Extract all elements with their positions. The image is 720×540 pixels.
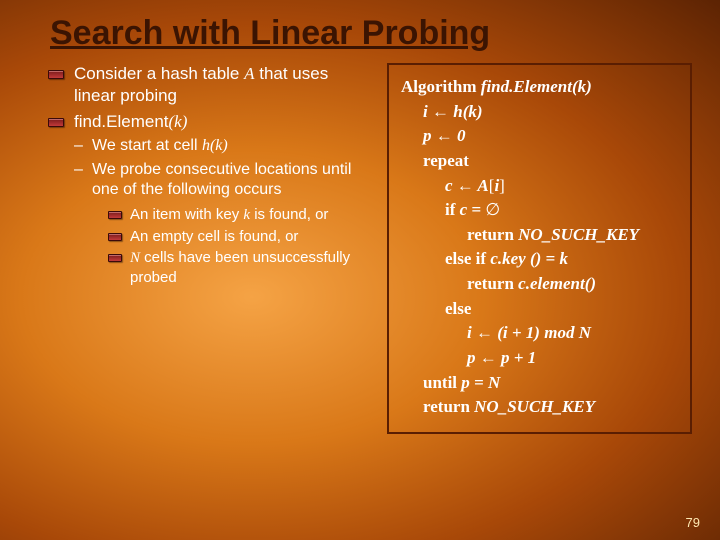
list-item: We probe consecutive locations until one… xyxy=(74,160,369,288)
bullet-list-3: An item with key k is found, or An empty… xyxy=(108,205,369,288)
algo-line: if c = ∅ xyxy=(401,198,680,223)
var-hk: h(k) xyxy=(202,137,228,154)
algo-line: i ← h(k) xyxy=(401,100,680,125)
algo-line: else xyxy=(401,297,680,322)
algorithm-box: Algorithm find.Element(k) i ← h(k) p ← 0… xyxy=(387,63,692,434)
text: We probe consecutive locations until one… xyxy=(92,161,351,198)
algo-line: else if c.key () = k xyxy=(401,247,680,272)
algo-line: c ← A[i] xyxy=(401,174,680,199)
algo-line: p ← 0 xyxy=(401,124,680,149)
right-column: Algorithm find.Element(k) i ← h(k) p ← 0… xyxy=(387,63,692,434)
algo-line: p ← p + 1 xyxy=(401,346,680,371)
list-item: An empty cell is found, or xyxy=(108,227,369,246)
list-item: Consider a hash table A that uses linear… xyxy=(48,63,369,107)
var-k: (k) xyxy=(169,112,188,131)
content-row: Consider a hash table A that uses linear… xyxy=(0,63,720,434)
algo-line: return NO_SUCH_KEY xyxy=(401,395,680,420)
text: An empty cell is found, or xyxy=(130,228,298,245)
text: cells have been unsuccessfully probed xyxy=(130,249,350,286)
text: We start at cell xyxy=(92,137,202,154)
algo-line: return c.element() xyxy=(401,272,680,297)
left-column: Consider a hash table A that uses linear… xyxy=(48,63,369,434)
text: Consider a hash table xyxy=(74,64,244,83)
algo-line: return NO_SUCH_KEY xyxy=(401,223,680,248)
var-n: N xyxy=(130,250,140,266)
bullet-list-2: We start at cell h(k) We probe consecuti… xyxy=(74,136,369,287)
algo-line: i ← (i + 1) mod N xyxy=(401,321,680,346)
algo-line: until p = N xyxy=(401,371,680,396)
text: is found, or xyxy=(250,206,328,223)
kw-algorithm: Algorithm xyxy=(401,77,477,96)
list-item: find.Element(k) We start at cell h(k) We… xyxy=(48,111,369,288)
slide-title: Search with Linear Probing xyxy=(0,0,720,63)
algo-name: find.Element(k) xyxy=(477,77,592,96)
text: find.Element xyxy=(74,112,169,131)
bullet-list-1: Consider a hash table A that uses linear… xyxy=(48,63,369,287)
slide-number: 79 xyxy=(686,515,700,530)
var-a: A xyxy=(244,64,254,83)
list-item: An item with key k is found, or xyxy=(108,205,369,225)
list-item: N cells have been unsuccessfully probed xyxy=(108,248,369,287)
list-item: We start at cell h(k) xyxy=(74,136,369,156)
text: An item with key xyxy=(130,206,243,223)
algo-line: repeat xyxy=(401,149,680,174)
